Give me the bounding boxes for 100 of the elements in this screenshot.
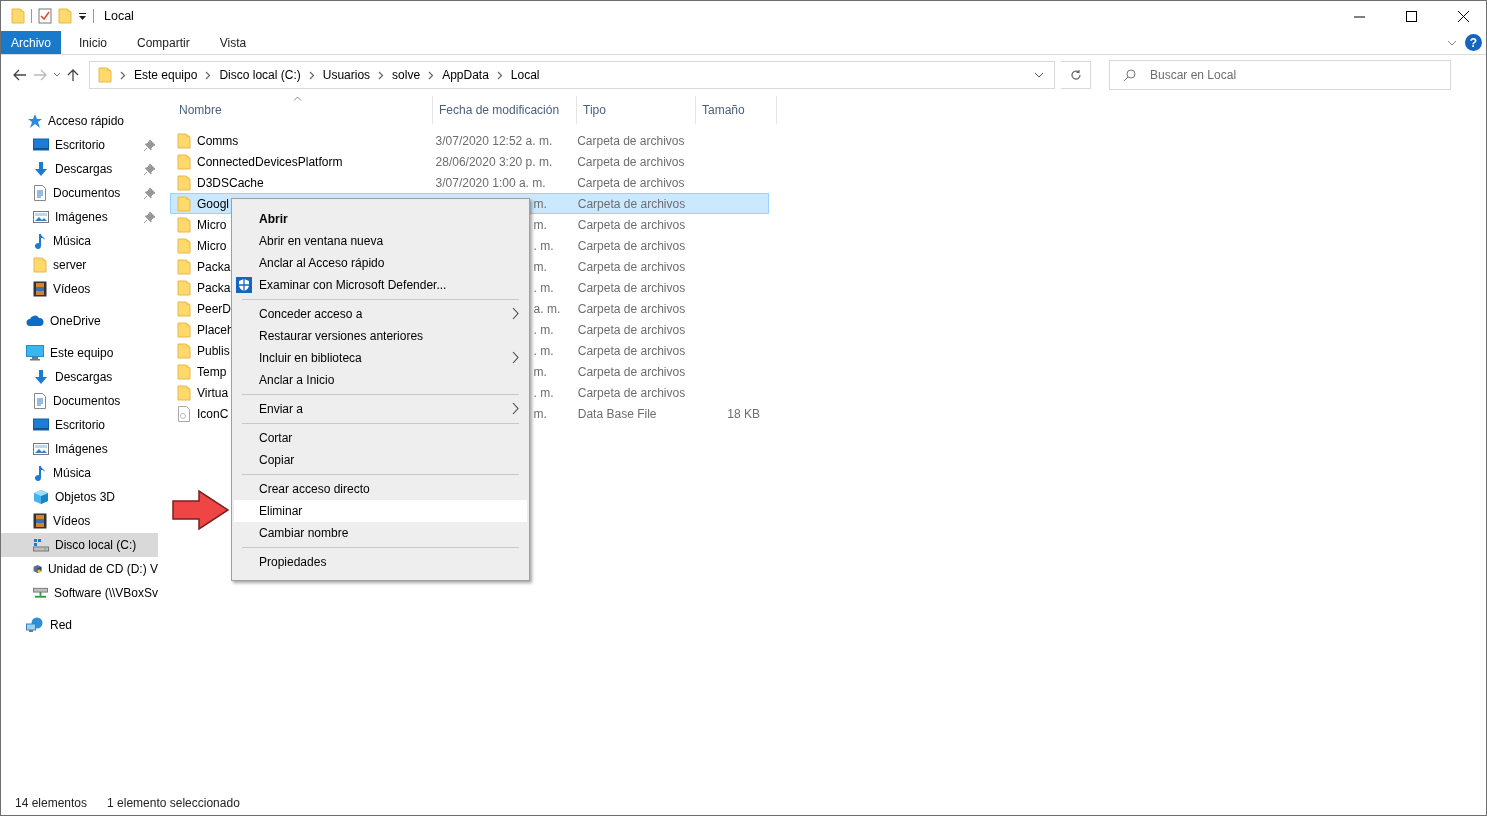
column-header[interactable]: Nombre	[173, 96, 433, 124]
properties-icon[interactable]	[38, 8, 52, 24]
chevron-icon[interactable]	[120, 70, 126, 80]
sidebar-item[interactable]: Acceso rápido	[1, 109, 158, 133]
sort-caret-icon	[293, 96, 302, 101]
date-cell: . m.	[533, 280, 554, 295]
sidebar-item[interactable]: server	[1, 253, 158, 277]
date-cell: . m.	[533, 322, 554, 337]
refresh-icon	[1069, 69, 1082, 81]
breadcrumb-item[interactable]: Local	[510, 68, 540, 82]
folder-icon	[177, 321, 191, 338]
column-header[interactable]: Tamaño	[696, 96, 777, 124]
ribbon-tab[interactable]: Inicio	[65, 31, 120, 54]
document-icon	[33, 185, 47, 201]
file-name[interactable]: Micro	[197, 238, 227, 253]
file-name[interactable]: Temp	[197, 364, 227, 379]
sidebar-item[interactable]: Imágenes	[1, 205, 158, 229]
ribbon-tab[interactable]: Compartir	[123, 31, 202, 54]
menu-item[interactable]: Restaurar versiones anteriores	[234, 325, 527, 347]
network-icon	[26, 617, 44, 633]
menu-item[interactable]: Enviar a	[234, 398, 527, 420]
star-icon	[26, 113, 42, 129]
file-name[interactable]: IconC	[197, 406, 229, 421]
sidebar-item[interactable]: Vídeos	[1, 509, 158, 533]
chevron-icon[interactable]	[496, 70, 503, 80]
menu-item[interactable]: Incluir en biblioteca	[234, 347, 527, 369]
sidebar-item[interactable]: Descargas	[1, 157, 158, 181]
menu-item[interactable]: Crear acceso directo	[234, 478, 527, 500]
sidebar-item[interactable]: Música	[1, 461, 158, 485]
folder-icon	[177, 216, 191, 233]
breadcrumb-item[interactable]: Usuarios	[322, 68, 371, 82]
breadcrumb-item[interactable]: solve	[392, 68, 421, 82]
sidebar-item[interactable]: Documentos	[1, 389, 158, 413]
back-arrow-icon[interactable]	[13, 69, 27, 81]
file-name[interactable]: Googl	[197, 196, 230, 211]
sidebar-item[interactable]: Documentos	[1, 181, 158, 205]
folder-icon	[177, 258, 191, 275]
sidebar-item[interactable]: Unidad de CD (D:) V	[1, 557, 158, 581]
menu-item[interactable]: Copiar	[234, 449, 527, 471]
sidebar-item[interactable]: Música	[1, 229, 158, 253]
sidebar-item[interactable]: Objetos 3D	[1, 485, 158, 509]
file-name[interactable]: Comms	[197, 133, 239, 148]
file-name[interactable]: Packa	[197, 280, 231, 295]
sidebar-item[interactable]: Escritorio	[1, 413, 158, 437]
breadcrumb-item[interactable]: AppData	[442, 68, 489, 82]
menu-item[interactable]: Cortar	[234, 427, 527, 449]
menu-item[interactable]: Anclar al Acceso rápido	[234, 252, 527, 274]
breadcrumb-item[interactable]: Este equipo	[134, 68, 198, 82]
type-cell: Carpeta de archivos	[577, 364, 686, 379]
sidebar-item[interactable]: Imágenes	[1, 437, 158, 461]
up-arrow-icon[interactable]	[67, 68, 79, 82]
folder-icon	[177, 384, 191, 401]
file-name[interactable]: PeerD	[197, 301, 231, 316]
dropdown-icon[interactable]	[78, 11, 87, 21]
menu-item[interactable]: Propiedades	[234, 551, 527, 573]
menu-item[interactable]: Anclar a Inicio	[234, 369, 527, 391]
chevron-icon	[512, 307, 519, 320]
sidebar-item[interactable]: Este equipo	[1, 341, 158, 365]
ribbon-tab[interactable]: Vista	[205, 31, 259, 54]
sidebar-item[interactable]: OneDrive	[1, 309, 158, 333]
chevron-icon[interactable]	[205, 70, 212, 80]
date-cell: m.	[533, 217, 547, 232]
column-header[interactable]: Fecha de modificación	[433, 96, 577, 124]
breadcrumb-item[interactable]: Disco local (C:)	[219, 68, 301, 82]
sidebar-item[interactable]: Vídeos	[1, 277, 158, 301]
file-name[interactable]: D3DSCache	[197, 175, 264, 190]
ribbon-tab[interactable]: Archivo	[1, 31, 61, 54]
chevron-icon[interactable]	[53, 72, 61, 78]
file-name[interactable]: ConnectedDevicesPlatform	[197, 154, 343, 169]
type-cell: Carpeta de archivos	[577, 280, 686, 295]
sidebar-item[interactable]: Descargas	[1, 365, 158, 389]
menu-item[interactable]: Eliminar	[234, 500, 527, 522]
search-field[interactable]: Buscar en Local	[1109, 60, 1451, 90]
pin-icon	[144, 163, 155, 175]
menu-item[interactable]: Examinar con Microsoft Defender...	[234, 274, 527, 296]
chevron-icon[interactable]	[1034, 72, 1044, 78]
column-header[interactable]: Tipo	[577, 96, 696, 124]
file-name[interactable]: Packa	[197, 259, 231, 274]
sidebar-item[interactable]: Red	[1, 613, 158, 637]
sidebar-item[interactable]: Escritorio	[1, 133, 158, 157]
file-name[interactable]: Publis	[197, 343, 230, 358]
address-bar[interactable]: Este equipo Disco local (C:) Usuarios solve AppData Local	[89, 61, 1055, 89]
menu-item[interactable]: Abrir	[234, 208, 527, 230]
chevron-icon[interactable]	[378, 70, 385, 80]
file-name[interactable]: Micro	[197, 217, 227, 232]
music-note-icon	[33, 465, 47, 481]
sidebar-item[interactable]: Software (\\VBoxSv	[1, 581, 158, 605]
menu-item[interactable]: Abrir en ventana nueva	[234, 230, 527, 252]
help-button[interactable]: ?	[1465, 34, 1482, 51]
chevron-icon[interactable]	[1447, 39, 1457, 46]
sidebar-item[interactable]: Disco local (C:)	[1, 533, 158, 557]
type-cell: Carpeta de archivos	[577, 217, 686, 232]
refresh-button[interactable]	[1061, 61, 1091, 89]
file-name[interactable]: Virtua	[197, 385, 229, 400]
desktop-icon	[33, 138, 49, 152]
selection-count: 1 elemento seleccionado	[107, 796, 240, 810]
menu-item[interactable]: Conceder acceso a	[234, 303, 527, 325]
chevron-icon[interactable]	[308, 70, 315, 80]
chevron-icon[interactable]	[428, 70, 435, 80]
menu-item[interactable]: Cambiar nombre	[234, 522, 527, 544]
